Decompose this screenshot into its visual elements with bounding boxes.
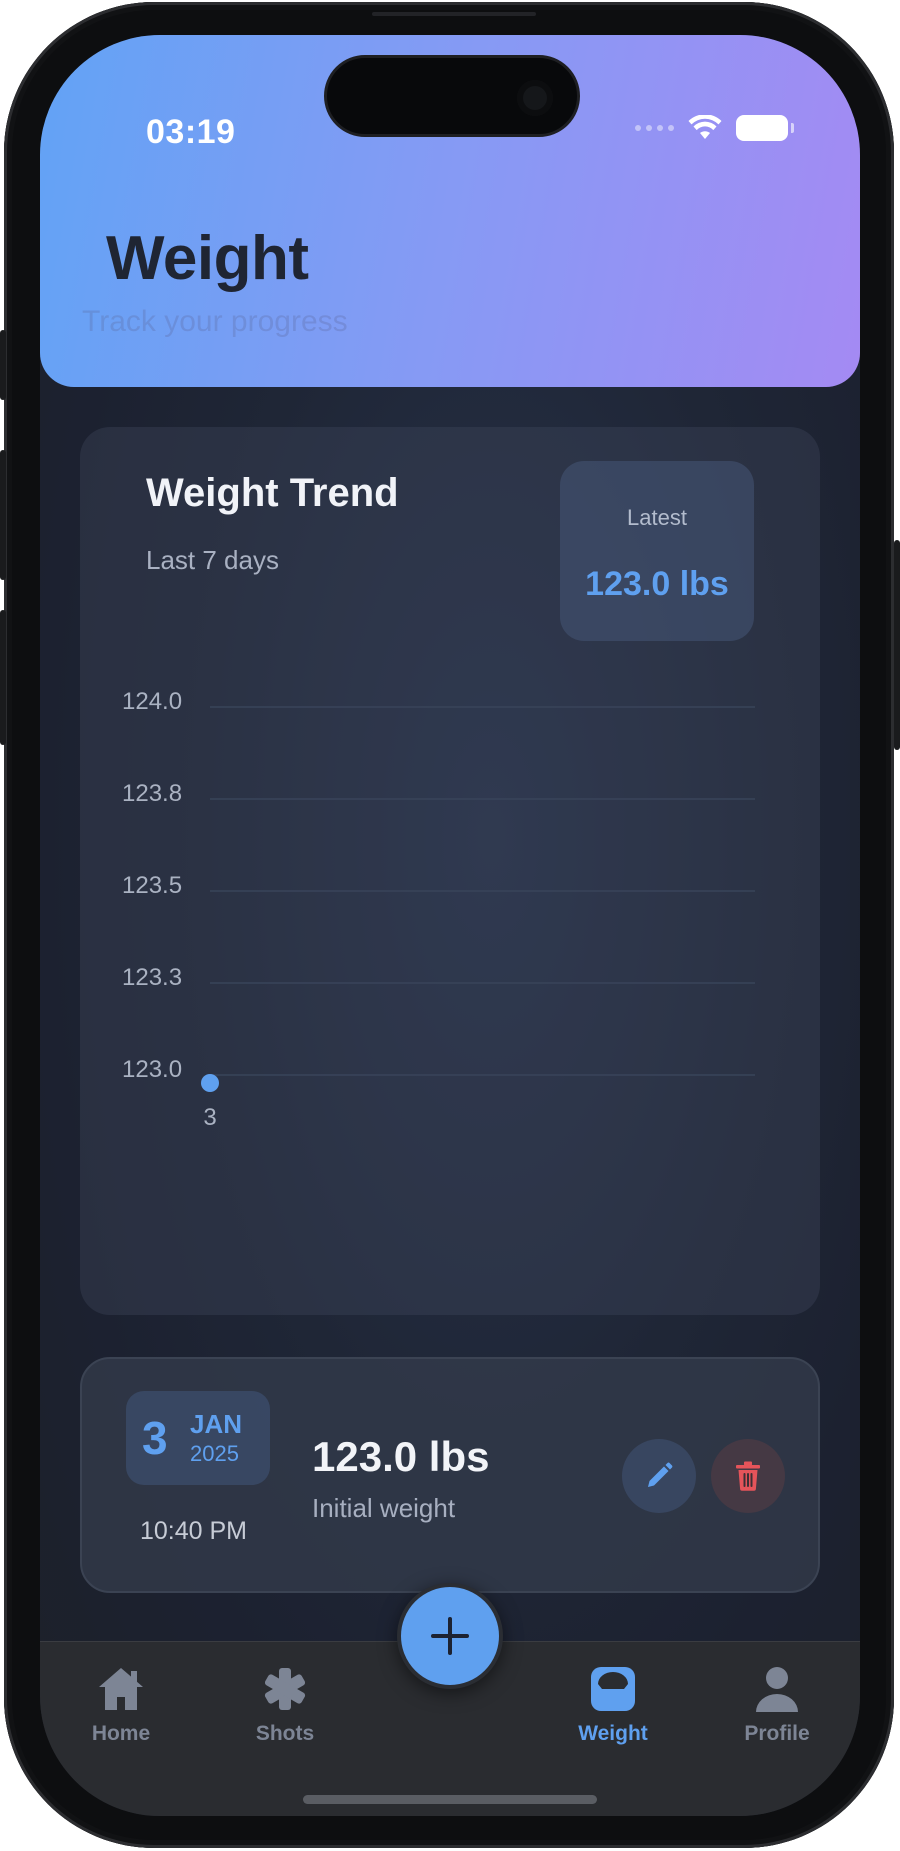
- speaker-grille: [372, 12, 536, 16]
- y-tick-label: 124.0: [122, 688, 182, 715]
- camera-icon: [517, 80, 553, 116]
- tab-shots[interactable]: Shots: [225, 1664, 345, 1746]
- entry-month: JAN: [190, 1409, 243, 1439]
- pencil-icon: [648, 1462, 673, 1487]
- volume-down-button: [0, 610, 6, 745]
- home-indicator: [303, 1795, 597, 1804]
- y-tick-label: 123.5: [122, 872, 182, 899]
- weight-trend-card: Weight Trend Last 7 days Latest 123.0 lb…: [80, 427, 820, 1315]
- tab-home-label: Home: [91, 1722, 151, 1745]
- entry-time: 10:40 PM: [140, 1517, 248, 1545]
- plus-icon: [431, 1617, 469, 1655]
- y-tick-label: 123.3: [122, 964, 182, 991]
- tab-shots-label: Shots: [255, 1722, 315, 1745]
- latest-weight-box: Latest 123.0 lbs: [560, 461, 754, 641]
- trend-subtitle: Last 7 days: [146, 545, 279, 575]
- scale-icon: [591, 1667, 635, 1711]
- entry-date-chip: 3 JAN 2025: [126, 1391, 270, 1485]
- person-icon: [756, 1667, 798, 1712]
- volume-up-button: [0, 450, 6, 580]
- tab-weight-label: Weight: [578, 1722, 648, 1745]
- tab-profile[interactable]: Profile: [717, 1664, 837, 1746]
- entry-day: 3: [142, 1412, 168, 1464]
- page-subtitle: Track your progress: [82, 305, 348, 338]
- tab-home[interactable]: Home: [61, 1664, 181, 1746]
- data-point[interactable]: [201, 1074, 219, 1092]
- dynamic-island: [324, 55, 580, 137]
- signal-dots-icon: [635, 125, 674, 131]
- delete-entry-button[interactable]: [711, 1439, 785, 1513]
- entry-year: 2025: [190, 1441, 239, 1466]
- status-indicators: [635, 115, 794, 141]
- asterisk-icon: [264, 1668, 306, 1710]
- trash-icon: [736, 1461, 760, 1491]
- trend-title: Weight Trend: [146, 471, 399, 515]
- entry-note: Initial weight: [312, 1493, 456, 1523]
- entry-weight: 123.0 lbs: [312, 1433, 490, 1480]
- weight-entry-card[interactable]: 3 JAN 2025 10:40 PM 123.0 lbs Initial we…: [80, 1357, 820, 1593]
- tab-weight[interactable]: Weight: [553, 1664, 673, 1746]
- latest-label: Latest: [627, 505, 687, 530]
- y-tick-label: 123.0: [122, 1056, 182, 1083]
- x-tick-label: 3: [203, 1104, 216, 1131]
- header: 03:19 Weight Track your progress: [40, 35, 860, 387]
- screen: 03:19 Weight Track your progress Weight …: [40, 35, 860, 1816]
- status-time: 03:19: [146, 113, 236, 151]
- wifi-icon: [688, 115, 722, 139]
- add-entry-button[interactable]: [397, 1583, 503, 1689]
- action-button: [0, 330, 6, 400]
- page-title: Weight: [106, 224, 309, 293]
- battery-icon: [736, 115, 794, 141]
- edit-entry-button[interactable]: [622, 1439, 696, 1513]
- tab-profile-label: Profile: [744, 1722, 810, 1745]
- latest-value: 123.0 lbs: [585, 565, 729, 603]
- power-button: [894, 540, 900, 750]
- home-icon: [99, 1668, 143, 1710]
- weight-trend-chart: 124.0 123.8 123.5 123.3 123.0 3: [122, 688, 755, 1131]
- y-tick-label: 123.8: [122, 780, 182, 807]
